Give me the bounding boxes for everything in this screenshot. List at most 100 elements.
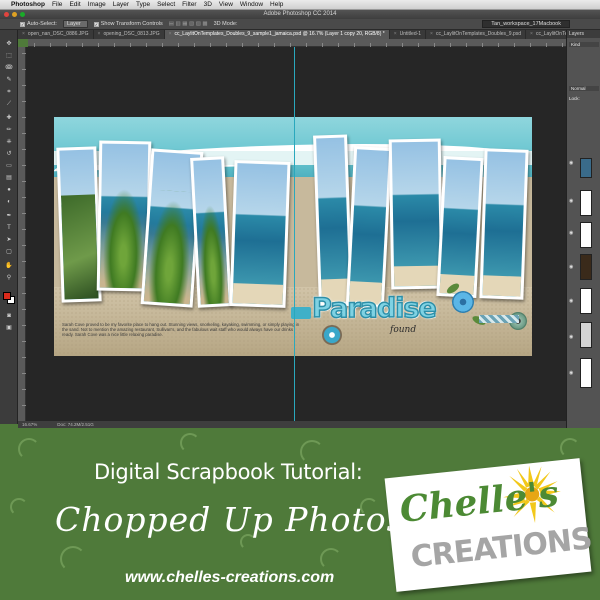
menu-layer[interactable]: Layer <box>113 1 129 8</box>
status-bar: 16.67% Doc: 74.2M/2.51G <box>18 421 566 428</box>
menu-image[interactable]: Image <box>88 1 106 8</box>
photo-strip[interactable] <box>345 146 393 308</box>
move-tool-icon[interactable]: ✥ <box>4 40 14 49</box>
lasso-tool-icon[interactable]: ↂ <box>4 64 14 73</box>
close-tab-icon[interactable]: × <box>22 30 25 39</box>
photo-strip[interactable] <box>190 156 232 308</box>
close-tab-icon[interactable]: × <box>530 30 533 39</box>
close-tab-icon[interactable]: × <box>394 30 397 39</box>
zoom-level[interactable]: 16.67% <box>22 421 37 428</box>
menu-file[interactable]: File <box>52 1 62 8</box>
layer-thumbnail[interactable] <box>580 254 592 280</box>
quick-mask-icon[interactable]: ◙ <box>4 312 14 321</box>
shape-tool-icon[interactable]: ▢ <box>4 248 14 257</box>
ruler-horizontal[interactable] <box>28 39 566 47</box>
layers-panel-header[interactable]: Layers <box>567 30 600 38</box>
button-embellishment[interactable] <box>322 325 342 345</box>
brush-tool-icon[interactable]: ✏ <box>4 126 14 135</box>
tab-document[interactable]: × Untitled-1 <box>390 30 427 39</box>
ribbon-embellishment[interactable] <box>479 315 519 323</box>
center-guide-line[interactable] <box>294 47 295 421</box>
crop-tool-icon[interactable]: ⌗ <box>4 88 14 97</box>
auto-select-checkbox[interactable]: ✓ Auto-Select: <box>20 21 57 27</box>
screen-mode-icon[interactable]: ▣ <box>4 324 14 333</box>
layer-thumbnail[interactable] <box>580 158 592 178</box>
type-tool-icon[interactable]: T <box>4 224 14 233</box>
show-transform-label: Show Transform Controls <box>100 21 163 27</box>
tab-document[interactable]: × cc_LaylitOnTemplates_Doubles_9.psd <box>426 30 527 39</box>
clone-stamp-tool-icon[interactable]: ⎈ <box>4 138 14 147</box>
layer-thumbnail[interactable] <box>580 222 592 248</box>
gradient-tool-icon[interactable]: ▤ <box>4 174 14 183</box>
align-buttons[interactable]: ▤ ▥ ▦ ▧ ▨ ▩ <box>169 21 208 27</box>
path-select-tool-icon[interactable]: ➤ <box>4 236 14 245</box>
pen-tool-icon[interactable]: ✒ <box>4 212 14 221</box>
ruler-vertical[interactable] <box>18 47 26 421</box>
document-tabs: × open_nan_DSC_0886.JPG × opening_DSC_0813… <box>18 30 566 39</box>
show-transform-checkbox[interactable]: ✓ Show Transform Controls <box>93 21 163 27</box>
canvas-area[interactable]: Paradise found Sarah Cove proved to be m… <box>26 47 566 421</box>
visibility-eye-icon[interactable]: ◉ <box>569 264 573 270</box>
layer-filter-kind[interactable]: Kind <box>569 42 599 47</box>
eyedropper-tool-icon[interactable]: ⟋ <box>4 100 14 109</box>
swirl-decoration <box>320 548 342 570</box>
visibility-eye-icon[interactable]: ◉ <box>569 370 573 376</box>
zoom-window-button[interactable] <box>20 12 25 17</box>
close-tab-icon[interactable]: × <box>98 30 101 39</box>
visibility-eye-icon[interactable]: ◉ <box>569 160 573 166</box>
swirl-decoration <box>180 433 200 453</box>
photo-strip[interactable] <box>479 148 529 300</box>
menu-edit[interactable]: Edit <box>69 1 80 8</box>
healing-tool-icon[interactable]: ✚ <box>4 114 14 123</box>
zoom-tool-icon[interactable]: ⚲ <box>4 274 14 283</box>
website-link[interactable]: www.chelles-creations.com <box>125 569 334 587</box>
photo-strip[interactable] <box>56 146 102 303</box>
photo-beach <box>482 275 522 297</box>
menu-3d[interactable]: 3D <box>204 1 212 8</box>
photo-strip[interactable] <box>229 160 291 308</box>
doc-size: Doc: 74.2M/2.51G <box>57 422 94 427</box>
layer-thumbnail[interactable] <box>580 190 592 216</box>
eraser-tool-icon[interactable]: ▭ <box>4 162 14 171</box>
photo-strip[interactable] <box>436 156 484 298</box>
tab-document[interactable]: × open_nan_DSC_0886.JPG <box>18 30 94 39</box>
tab-document[interactable]: × opening_DSC_0813.JPG <box>94 30 165 39</box>
close-tab-icon[interactable]: × <box>430 30 433 39</box>
workspace-switcher[interactable]: Tan_workspace_17Macbook <box>482 20 570 28</box>
scrapbook-layout[interactable]: Paradise found Sarah Cove proved to be m… <box>54 117 532 356</box>
blur-tool-icon[interactable]: ● <box>4 186 14 195</box>
layer-thumbnail[interactable] <box>580 322 592 348</box>
menu-help[interactable]: Help <box>270 1 283 8</box>
quick-select-tool-icon[interactable]: ✎ <box>4 76 14 85</box>
menu-filter[interactable]: Filter <box>182 1 196 8</box>
tab-document-active[interactable]: × cc_LaylitOnTemplates_Doubles_9_sample1_… <box>164 30 390 39</box>
visibility-eye-icon[interactable]: ◉ <box>569 198 573 204</box>
menu-select[interactable]: Select <box>157 1 175 8</box>
tab-document[interactable]: ×cc_LaylitOnTempla <box>526 30 566 39</box>
minimize-window-button[interactable] <box>12 12 17 17</box>
journal-text[interactable]: Sarah Cove proved to be my favorite plac… <box>62 322 302 338</box>
checkbox-checked-icon: ✓ <box>20 21 25 27</box>
hand-tool-icon[interactable]: ✋ <box>4 262 14 271</box>
layer-thumbnail[interactable] <box>580 358 592 388</box>
foreground-color-swatch[interactable] <box>3 292 11 300</box>
layer-thumbnail[interactable] <box>580 288 592 314</box>
menu-window[interactable]: Window <box>240 1 263 8</box>
close-window-button[interactable] <box>4 12 9 17</box>
visibility-eye-icon[interactable]: ◉ <box>569 230 573 236</box>
menu-view[interactable]: View <box>219 1 233 8</box>
dodge-tool-icon[interactable]: ◐ <box>4 198 14 207</box>
photo-beach <box>232 283 284 305</box>
blend-mode-select[interactable]: Normal <box>569 86 599 91</box>
menu-photoshop[interactable]: Photoshop <box>11 1 45 8</box>
visibility-eye-icon[interactable]: ◉ <box>569 298 573 304</box>
flower-embellishment[interactable] <box>452 291 474 313</box>
menu-type[interactable]: Type <box>136 1 150 8</box>
visibility-eye-icon[interactable]: ◉ <box>569 334 573 340</box>
title-word: Paradise <box>311 292 437 325</box>
history-brush-tool-icon[interactable]: ↺ <box>4 150 14 159</box>
auto-select-dropdown[interactable]: Layer <box>62 20 88 28</box>
marquee-tool-icon[interactable]: ⬚ <box>4 52 14 61</box>
close-tab-icon[interactable]: × <box>169 30 172 39</box>
photo-strip[interactable] <box>388 138 444 290</box>
